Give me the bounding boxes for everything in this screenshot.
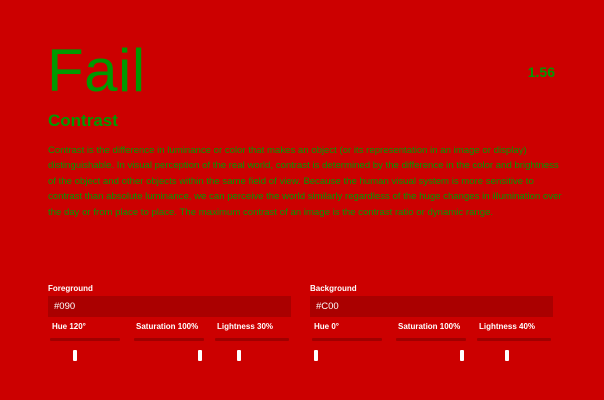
background-label: Background (310, 284, 357, 293)
background-saturation-thumb[interactable] (460, 350, 464, 361)
background-lightness-thumb[interactable] (505, 350, 510, 361)
foreground-hue-slider[interactable]: Hue 120° (48, 321, 120, 361)
background-sliders: Hue 0° Saturation 100% Lightness 40% (310, 321, 553, 361)
background-lightness-label: Lightness 40% (479, 322, 536, 331)
foreground-hue-thumb[interactable] (72, 350, 77, 361)
background-saturation-label: Saturation 100% (398, 322, 461, 331)
foreground-lightness-slider[interactable]: Lightness 30% (213, 321, 289, 361)
foreground-lightness-track[interactable] (215, 338, 289, 361)
background-lightness-track[interactable] (477, 338, 551, 361)
foreground-label: Foreground (48, 284, 93, 293)
foreground-sliders: Hue 120° Saturation 100% Lightness 30% (48, 321, 291, 361)
foreground-panel: Foreground Hue 120° Saturation 100% Ligh… (48, 283, 291, 361)
foreground-saturation-track[interactable] (134, 338, 204, 361)
foreground-lightness-label: Lightness 30% (217, 322, 274, 331)
background-hue-track[interactable] (312, 338, 382, 361)
foreground-hex-input[interactable] (48, 296, 291, 317)
foreground-lightness-thumb[interactable] (236, 350, 241, 361)
foreground-hue-label: Hue 120° (52, 322, 86, 331)
foreground-saturation-thumb[interactable] (198, 350, 202, 361)
background-panel: Background Hue 0° Saturation 100% Lightn… (310, 283, 553, 361)
background-lightness-slider[interactable]: Lightness 40% (475, 321, 551, 361)
foreground-saturation-label: Saturation 100% (136, 322, 199, 331)
foreground-saturation-slider[interactable]: Saturation 100% (132, 321, 204, 361)
background-hue-label: Hue 0° (314, 322, 339, 331)
background-hue-thumb[interactable] (314, 350, 318, 361)
contrast-ratio: 1.56 (527, 64, 555, 80)
background-saturation-track[interactable] (396, 338, 466, 361)
background-hue-slider[interactable]: Hue 0° (310, 321, 382, 361)
contrast-checker: Fail 1.56 Contrast Contrast is the diffe… (0, 0, 604, 400)
background-saturation-slider[interactable]: Saturation 100% (394, 321, 466, 361)
result-verdict: Fail (47, 37, 146, 104)
foreground-hue-track[interactable] (50, 338, 120, 361)
description-text: Contrast is the difference in luminance … (48, 145, 562, 218)
background-hex-input[interactable] (310, 296, 553, 317)
section-title: Contrast (48, 111, 118, 130)
